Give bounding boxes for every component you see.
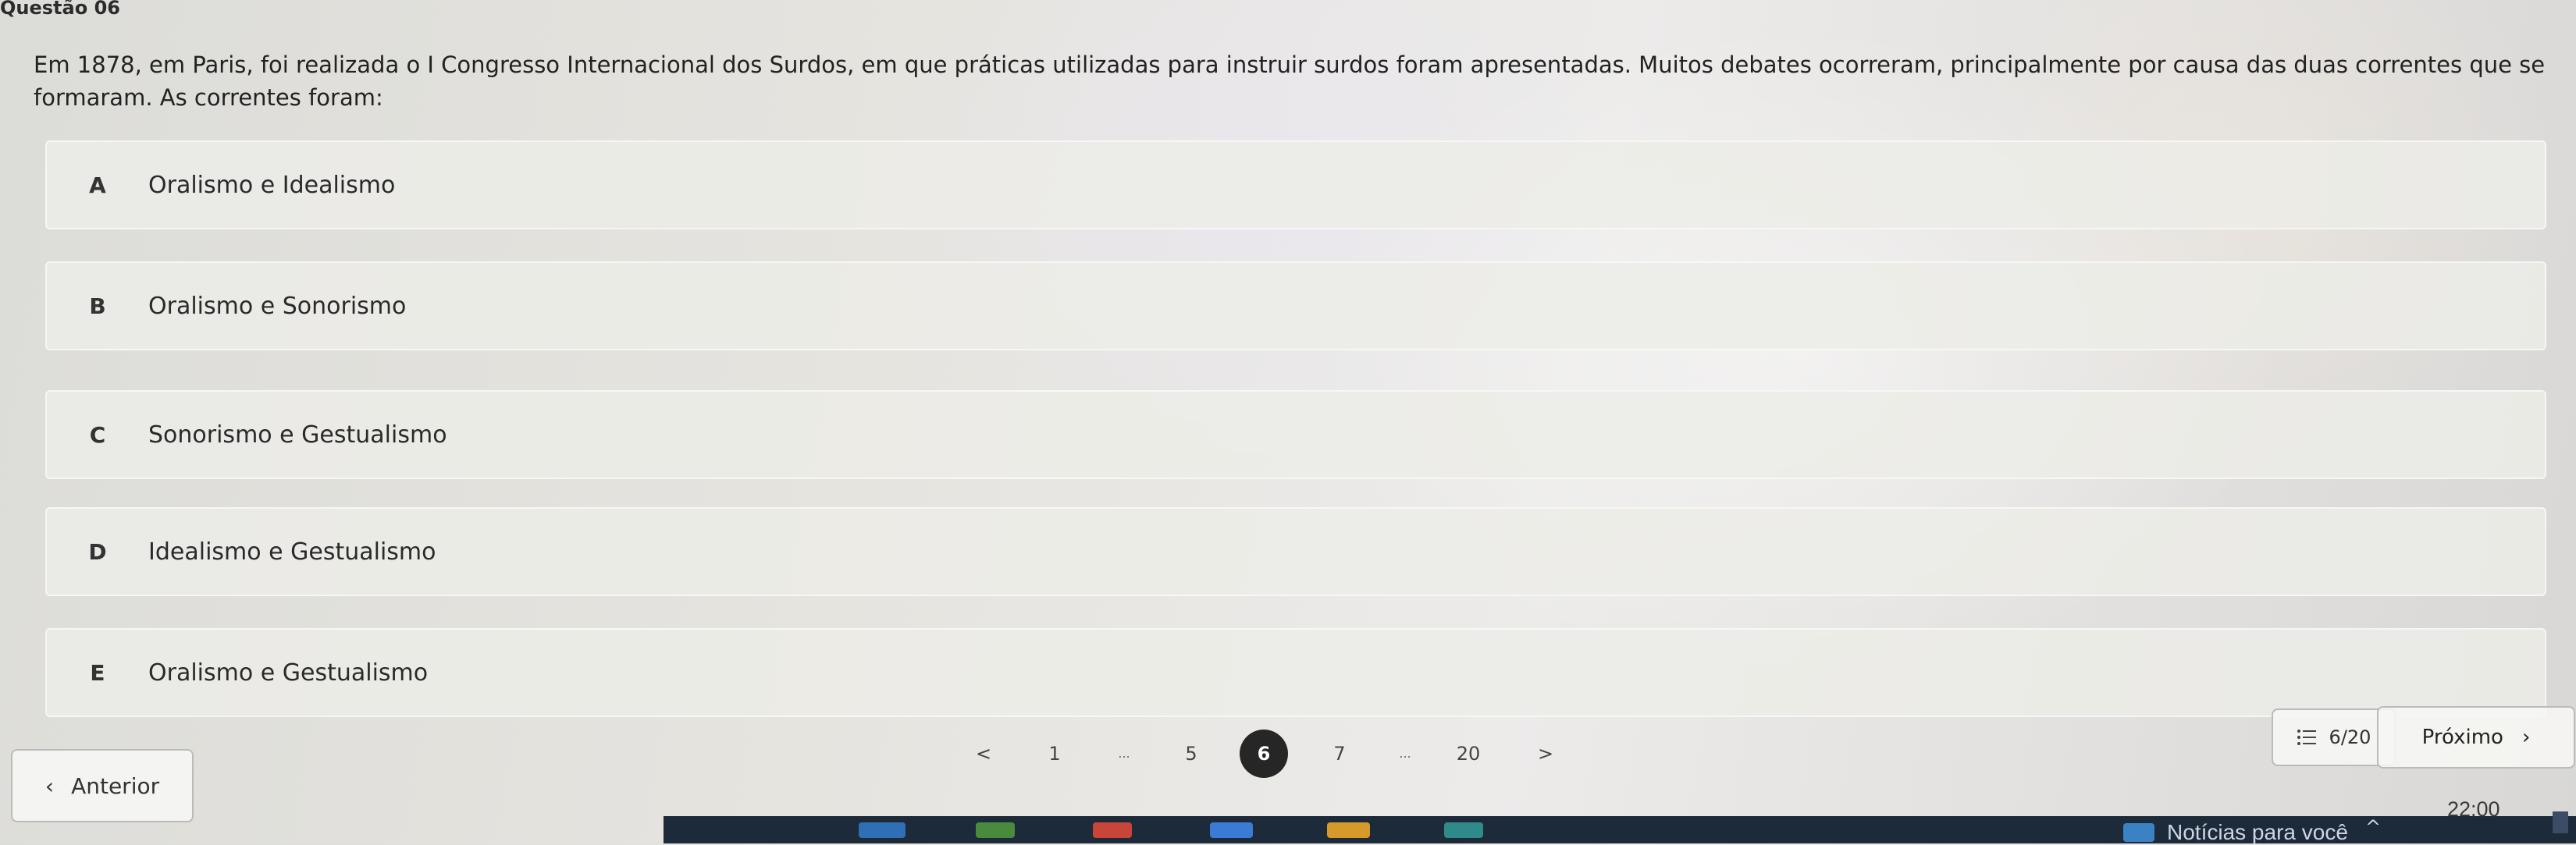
option-text: Oralismo e Gestualismo <box>148 659 429 687</box>
option-letter: E <box>90 659 105 686</box>
taskbar-app-icon[interactable] <box>1327 822 1370 838</box>
question-text: Em 1878, em Paris, foi realizada o I Con… <box>34 51 2546 111</box>
option-letter: B <box>89 293 106 319</box>
taskbar-news-widget[interactable]: Notícias para você <box>2123 820 2348 845</box>
taskbar-app-icon[interactable] <box>1093 822 1132 838</box>
pagination-ellipsis: ... <box>1118 746 1130 761</box>
page-link-7[interactable]: 7 <box>1315 730 1364 778</box>
taskbar-clock[interactable]: 22:00 <box>2447 797 2500 822</box>
taskbar-news-label: Notícias para você <box>2167 820 2348 844</box>
taskbar: Notícias para você ^ <box>664 816 2576 845</box>
previous-button[interactable]: ‹ Anterior <box>11 749 194 822</box>
option-d[interactable]: D Idealismo e Gestualismo <box>45 507 2546 596</box>
notification-icon[interactable] <box>2553 811 2568 833</box>
option-b[interactable]: B Oralismo e Sonorismo <box>45 261 2546 350</box>
option-letter: A <box>89 172 106 198</box>
option-text: Sonorismo e Gestualismo <box>148 421 447 449</box>
taskbar-app-icon[interactable] <box>859 822 906 838</box>
chevron-right-icon: › <box>2521 726 2531 749</box>
previous-button-label: Anterior <box>71 772 160 799</box>
page-link-20[interactable]: 20 <box>1444 730 1493 778</box>
pagination-next-arrow[interactable]: > <box>1530 730 1561 778</box>
option-letter: D <box>88 538 107 565</box>
option-text: Oralismo e Sonorismo <box>148 292 407 320</box>
option-letter: C <box>89 421 106 448</box>
page-link-1[interactable]: 1 <box>1030 730 1079 778</box>
pagination-prev-arrow[interactable]: < <box>968 730 999 778</box>
pagination: < 1 ... 5 6 7 ... 20 > <box>968 730 1577 778</box>
news-icon <box>2123 823 2154 842</box>
option-text: Oralismo e Idealismo <box>148 171 396 199</box>
question-counter: 6/20 <box>2329 726 2371 748</box>
option-a[interactable]: A Oralismo e Idealismo <box>45 140 2546 229</box>
chevron-up-icon[interactable]: ^ <box>2365 816 2381 838</box>
page-link-5[interactable]: 5 <box>1167 730 1215 778</box>
taskbar-app-icon[interactable] <box>1210 822 1253 838</box>
pagination-ellipsis: ... <box>1399 746 1411 761</box>
next-button[interactable]: Próximo › <box>2377 706 2575 769</box>
option-c[interactable]: C Sonorismo e Gestualismo <box>45 390 2546 479</box>
option-e[interactable]: E Oralismo e Gestualismo <box>45 628 2546 717</box>
page-link-current[interactable]: 6 <box>1240 730 1288 778</box>
next-button-label: Próximo <box>2421 726 2503 749</box>
taskbar-app-icon[interactable] <box>976 822 1015 838</box>
chevron-left-icon: ‹ <box>44 772 55 799</box>
question-number: Questão 06 <box>0 0 120 19</box>
list-icon <box>2297 730 2316 745</box>
option-text: Idealismo e Gestualismo <box>148 538 436 566</box>
taskbar-app-icon[interactable] <box>1444 822 1483 838</box>
